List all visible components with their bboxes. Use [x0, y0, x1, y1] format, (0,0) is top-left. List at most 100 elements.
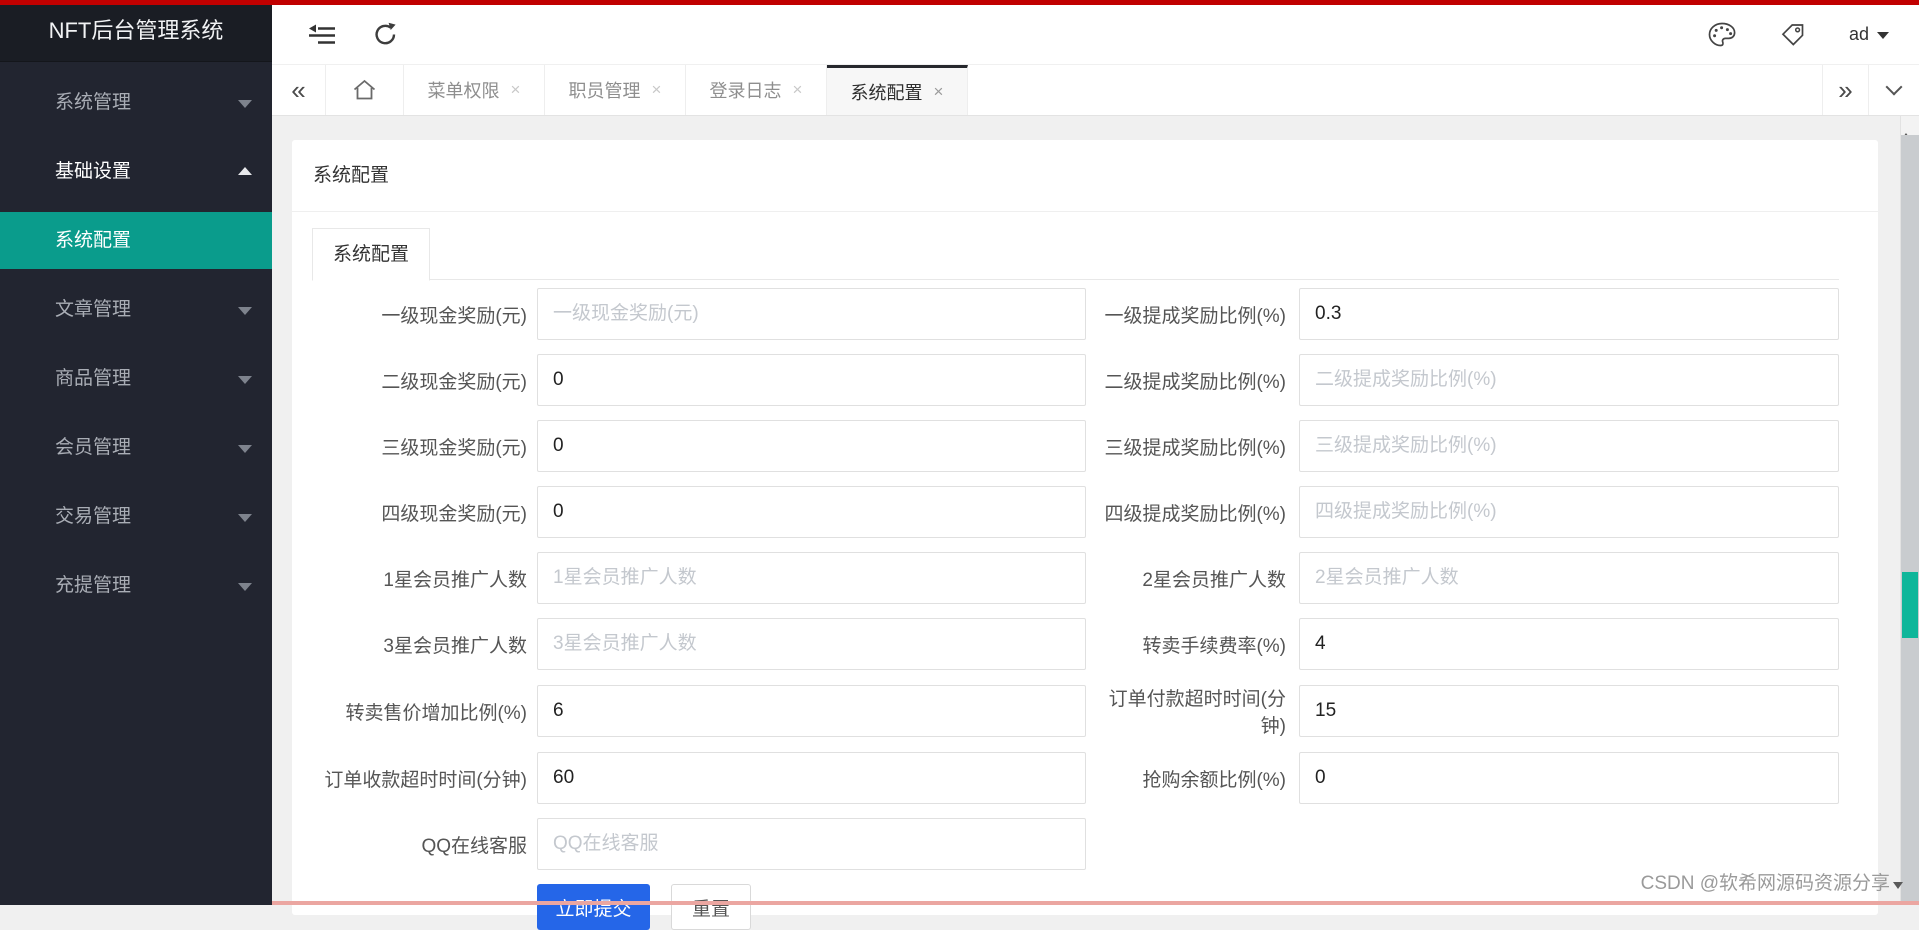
- sidebar-item-label: 文章管理: [55, 299, 131, 320]
- tab-bar: « 菜单权限 × 职员管理 × 登录日志 × 系统配置 × »: [272, 64, 1919, 116]
- tabs-menu-button[interactable]: [1868, 65, 1919, 115]
- sidebar-collapse-icon[interactable]: [308, 24, 336, 46]
- input-level1-commission-ratio[interactable]: [1299, 288, 1839, 340]
- field-label: 四级提成奖励比例(%): [1086, 499, 1299, 526]
- sidebar-item-member-mgmt[interactable]: 会员管理: [0, 419, 272, 476]
- tab-label: 职员管理: [569, 77, 641, 103]
- close-icon[interactable]: ×: [934, 82, 944, 102]
- form-row: 转卖售价增加比例(%) 订单付款超时时间(分钟): [312, 684, 1839, 738]
- input-star1-promo-count[interactable]: [537, 552, 1086, 604]
- tabbar-right-controls: »: [1822, 65, 1919, 115]
- input-level4-commission-ratio[interactable]: [1299, 486, 1839, 538]
- header-bar: ad: [272, 5, 1919, 64]
- sidebar-item-label: 充提管理: [55, 575, 131, 596]
- chevron-down-icon: [1886, 79, 1903, 96]
- sidebar-item-deposit-withdraw-mgmt[interactable]: 充提管理: [0, 557, 272, 614]
- form-row: 订单收款超时时间(分钟) 抢购余额比例(%): [312, 752, 1839, 804]
- user-caret-icon: [1877, 32, 1889, 39]
- form-row: 四级现金奖励(元) 四级提成奖励比例(%): [312, 486, 1839, 538]
- chevron-down-icon: [238, 514, 252, 522]
- sidebar-menu: 系统管理 基础设置 系统配置 文章管理 商品管理 会员管理 交易管理 充提管理: [0, 74, 272, 614]
- input-star2-promo-count[interactable]: [1299, 552, 1839, 604]
- input-qq-online-service[interactable]: [537, 818, 1086, 870]
- scrollbar-track[interactable]: [1901, 135, 1919, 905]
- card-body: 系统配置 一级现金奖励(元) 一级提成奖励比例(%) 二级现金奖励(元) 二级提…: [292, 212, 1878, 930]
- tabs-scroll-left-button[interactable]: «: [272, 65, 326, 115]
- page-title: 系统配置: [292, 140, 1878, 212]
- sidebar-item-label: 基础设置: [55, 161, 131, 182]
- tabs-scroll-right-button[interactable]: »: [1822, 65, 1868, 115]
- sidebar-item-basic-settings[interactable]: 基础设置: [0, 143, 272, 200]
- inner-tabs-strip: 系统配置: [312, 228, 1839, 280]
- input-level2-commission-ratio[interactable]: [1299, 354, 1839, 406]
- sidebar-item-article-mgmt[interactable]: 文章管理: [0, 281, 272, 338]
- home-icon: [352, 78, 377, 102]
- form-row: 3星会员推广人数 转卖手续费率(%): [312, 618, 1839, 670]
- username: ad: [1849, 24, 1869, 45]
- input-rush-balance-ratio[interactable]: [1299, 752, 1839, 804]
- app-title: NFT后台管理系统: [0, 0, 272, 62]
- field-label: QQ在线客服: [312, 831, 537, 858]
- field-label: 2星会员推广人数: [1086, 565, 1299, 592]
- sidebar-item-label: 交易管理: [55, 506, 131, 527]
- form-row: QQ在线客服: [312, 818, 1839, 870]
- input-level2-cash-reward[interactable]: [537, 354, 1086, 406]
- field-label: 二级提成奖励比例(%): [1086, 367, 1299, 394]
- input-resale-price-increase-ratio[interactable]: [537, 685, 1086, 737]
- double-chevron-right-icon: »: [1838, 75, 1852, 106]
- tag-icon[interactable]: [1779, 21, 1807, 49]
- tab-staff-mgmt[interactable]: 职员管理 ×: [545, 65, 686, 115]
- input-level3-commission-ratio[interactable]: [1299, 420, 1839, 472]
- reset-button[interactable]: 重置: [671, 884, 751, 930]
- input-order-payment-timeout[interactable]: [1299, 685, 1839, 737]
- sidebar-item-goods-mgmt[interactable]: 商品管理: [0, 350, 272, 407]
- field-label: 转卖售价增加比例(%): [312, 698, 537, 725]
- sidebar-item-trade-mgmt[interactable]: 交易管理: [0, 488, 272, 545]
- chevron-down-icon: [238, 583, 252, 591]
- field-label: 三级现金奖励(元): [312, 433, 537, 460]
- home-tab-button[interactable]: [326, 65, 404, 115]
- field-label: 三级提成奖励比例(%): [1086, 433, 1299, 460]
- field-label: 转卖手续费率(%): [1086, 631, 1299, 658]
- tab-login-log[interactable]: 登录日志 ×: [686, 65, 827, 115]
- inner-tab-system-config[interactable]: 系统配置: [312, 228, 430, 281]
- tab-menu-permission[interactable]: 菜单权限 ×: [404, 65, 545, 115]
- caret-down-icon: [1893, 882, 1903, 889]
- tab-system-config[interactable]: 系统配置 ×: [827, 65, 968, 115]
- refresh-icon[interactable]: [372, 21, 399, 48]
- content-area: 系统配置 系统配置 一级现金奖励(元) 一级提成奖励比例(%) 二级现金奖励(元…: [272, 116, 1919, 905]
- tab-label: 登录日志: [710, 77, 782, 103]
- field-label: 四级现金奖励(元): [312, 499, 537, 526]
- vertical-scrollbar[interactable]: [1900, 116, 1919, 905]
- double-chevron-left-icon: «: [291, 75, 305, 106]
- bottom-red-strip: [272, 901, 1919, 905]
- sidebar-item-system-config[interactable]: 系统配置: [0, 212, 272, 269]
- close-icon[interactable]: ×: [652, 80, 662, 100]
- chevron-down-icon: [238, 445, 252, 453]
- user-menu[interactable]: ad: [1849, 24, 1889, 45]
- chevron-up-icon: [238, 167, 252, 175]
- chevron-down-icon: [238, 100, 252, 108]
- sidebar-item-system-mgmt[interactable]: 系统管理: [0, 74, 272, 131]
- input-star3-promo-count[interactable]: [537, 618, 1086, 670]
- top-red-line: [0, 0, 1919, 5]
- tab-label: 系统配置: [851, 79, 923, 105]
- watermark-text: CSDN @软希网源码资源分享: [1641, 868, 1890, 895]
- field-label: 订单收款超时时间(分钟): [312, 765, 537, 792]
- scrollbar-thumb[interactable]: [1902, 572, 1918, 638]
- csdn-watermark: CSDN @软希网源码资源分享: [1641, 868, 1903, 895]
- input-resale-fee-rate[interactable]: [1299, 618, 1839, 670]
- chevron-down-icon: [238, 376, 252, 384]
- close-icon[interactable]: ×: [793, 80, 803, 100]
- theme-palette-icon[interactable]: [1707, 21, 1737, 48]
- input-order-collection-timeout[interactable]: [537, 752, 1086, 804]
- submit-button[interactable]: 立即提交: [537, 884, 650, 930]
- input-level1-cash-reward[interactable]: [537, 288, 1086, 340]
- close-icon[interactable]: ×: [511, 80, 521, 100]
- form-row: 一级现金奖励(元) 一级提成奖励比例(%): [312, 288, 1839, 340]
- field-label: 一级提成奖励比例(%): [1086, 301, 1299, 328]
- form-row: 1星会员推广人数 2星会员推广人数: [312, 552, 1839, 604]
- config-form: 一级现金奖励(元) 一级提成奖励比例(%) 二级现金奖励(元) 二级提成奖励比例…: [312, 288, 1839, 930]
- input-level4-cash-reward[interactable]: [537, 486, 1086, 538]
- input-level3-cash-reward[interactable]: [537, 420, 1086, 472]
